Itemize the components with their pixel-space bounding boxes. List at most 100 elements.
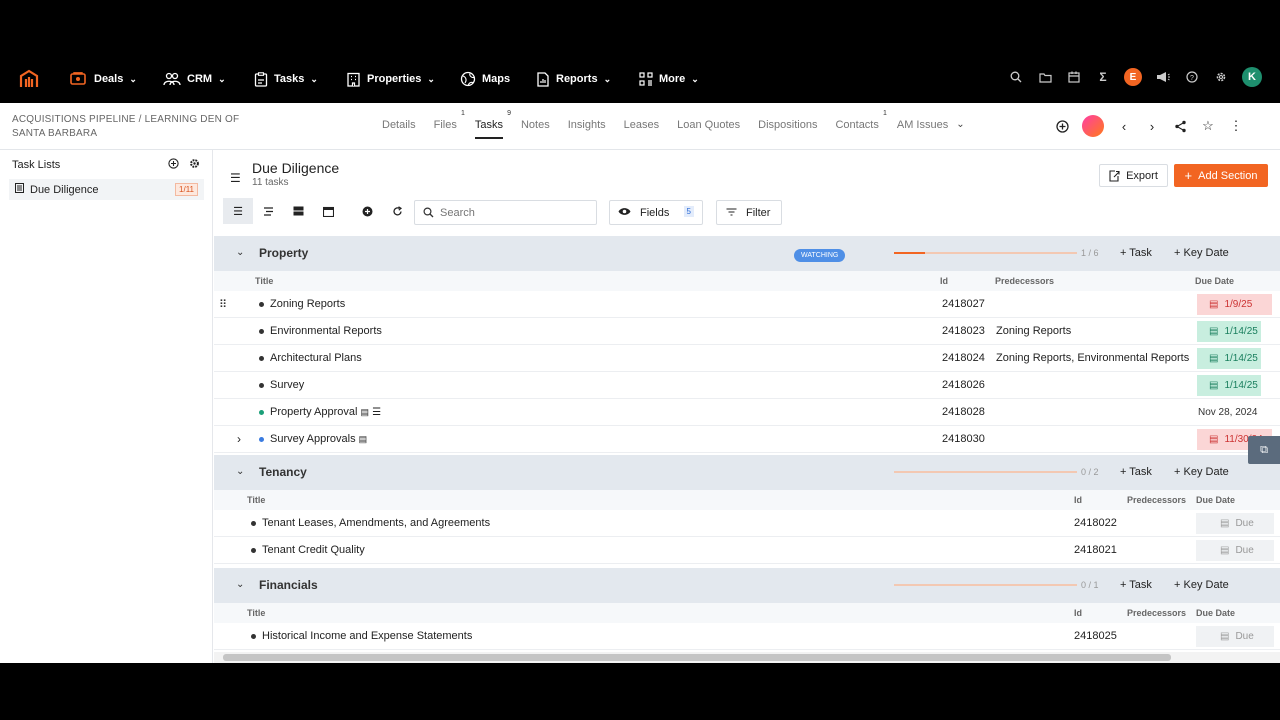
add-key-date-button[interactable]: + Key Date — [1174, 466, 1229, 478]
chevron-right-icon[interactable]: › — [237, 432, 241, 446]
app-logo-icon[interactable] — [19, 69, 39, 89]
horizontal-scrollbar[interactable] — [214, 652, 1280, 663]
table-row[interactable]: Survey 2418026 ▤ 1/14/25 — [214, 372, 1280, 399]
due-date-badge[interactable]: ▤ Due — [1196, 626, 1274, 647]
search-box[interactable] — [414, 200, 597, 225]
scrollbar-thumb[interactable] — [223, 654, 1171, 661]
table-row[interactable]: ⠿ Zoning Reports 2418027 ▤ 1/9/25 — [214, 291, 1280, 318]
export-button[interactable]: Export — [1099, 164, 1168, 187]
table-row[interactable]: Property Approval ▤ ☰ 2418028 Nov 28, 20… — [214, 399, 1280, 426]
chevron-down-icon[interactable]: ⌄ — [236, 466, 244, 477]
section-header-property[interactable]: ⌄ Property WATCHING 1 / 6 + Task + Key D… — [214, 236, 1280, 271]
nav-properties[interactable]: Properties ⌄ — [346, 70, 435, 88]
add-task-button[interactable] — [352, 198, 382, 224]
column-title[interactable]: Title — [247, 608, 265, 618]
due-date-text[interactable]: Nov 28, 2024 — [1198, 402, 1258, 423]
compact-view-button[interactable] — [253, 198, 283, 224]
column-due-date[interactable]: Due Date — [1196, 495, 1235, 505]
nav-crm[interactable]: CRM ⌄ — [163, 70, 226, 88]
column-title[interactable]: Title — [247, 495, 265, 505]
nav-more[interactable]: More ⌄ — [639, 70, 699, 88]
tab-loan-quotes[interactable]: Loan Quotes — [677, 119, 740, 139]
due-date-badge[interactable]: ▤ Due — [1196, 513, 1274, 534]
add-key-date-button[interactable]: + Key Date — [1174, 247, 1229, 259]
star-icon[interactable]: ☆ — [1200, 118, 1216, 134]
table-row[interactable]: Historical Income and Expense Statements… — [214, 623, 1280, 650]
table-row[interactable]: Tenant Leases, Amendments, and Agreement… — [214, 510, 1280, 537]
sidebar-item-due-diligence[interactable]: Due Diligence 1/11 — [9, 179, 204, 200]
tab-am-issues[interactable]: AM Issues — [897, 119, 948, 139]
more-vertical-icon[interactable]: ⋮ — [1228, 118, 1244, 134]
watching-badge[interactable]: WATCHING — [794, 249, 846, 262]
board-view-button[interactable] — [283, 198, 313, 224]
table-row[interactable]: Environmental Reports 2418023 Zoning Rep… — [214, 318, 1280, 345]
section-header-tenancy[interactable]: ⌄ Tenancy 0 / 2 + Task + Key Date — [214, 455, 1280, 490]
due-date-badge[interactable]: ▤ Due — [1196, 540, 1274, 561]
refresh-button[interactable] — [382, 198, 412, 224]
tab-files[interactable]: Files 1 — [434, 110, 465, 139]
tab-insights[interactable]: Insights — [568, 119, 606, 139]
chevron-left-icon[interactable]: ‹ — [1116, 118, 1132, 134]
section-header-financials[interactable]: ⌄ Financials 0 / 1 + Task + Key Date — [214, 568, 1280, 603]
fields-button[interactable]: Fields 5 — [609, 200, 703, 225]
megaphone-icon[interactable] — [1155, 69, 1171, 85]
chevron-down-icon[interactable]: ⌄ — [236, 247, 244, 258]
folder-icon[interactable] — [1037, 69, 1053, 85]
task-title[interactable]: Property Approval ▤ ☰ — [270, 406, 381, 418]
due-date-badge[interactable]: ▤ 1/14/25 — [1197, 321, 1261, 342]
breadcrumb[interactable]: ACQUISITIONS PIPELINE / LEARNING DEN OF … — [12, 113, 242, 141]
task-title[interactable]: Architectural Plans — [270, 352, 362, 364]
calendar-icon[interactable] — [1066, 69, 1082, 85]
table-row[interactable]: Tenant Credit Quality 2418021 ▤ Due — [214, 537, 1280, 564]
user-avatar-e[interactable]: E — [1124, 68, 1142, 86]
tab-details[interactable]: Details — [382, 119, 416, 139]
column-id[interactable]: Id — [1074, 608, 1082, 618]
menu-icon[interactable]: ☰ — [230, 171, 241, 185]
due-date-badge[interactable]: ▤ 1/14/25 — [1197, 375, 1261, 396]
task-title[interactable]: Survey — [270, 379, 304, 391]
copy-panel-button[interactable]: ⧉ — [1248, 436, 1280, 464]
column-predecessors[interactable]: Predecessors — [1127, 495, 1186, 505]
calendar-view-button[interactable] — [313, 198, 343, 224]
column-due-date[interactable]: Due Date — [1196, 608, 1235, 618]
settings-gear-icon[interactable] — [189, 158, 200, 172]
task-title[interactable]: Tenant Credit Quality — [262, 544, 365, 556]
task-title[interactable]: Tenant Leases, Amendments, and Agreement… — [262, 517, 490, 529]
column-id[interactable]: Id — [1074, 495, 1082, 505]
search-input[interactable] — [440, 206, 590, 219]
nav-maps[interactable]: Maps — [460, 70, 510, 88]
help-icon[interactable]: ? — [1184, 69, 1200, 85]
column-id[interactable]: Id — [940, 276, 948, 286]
share-icon[interactable] — [1172, 118, 1188, 134]
add-task-button[interactable]: + Task — [1120, 579, 1152, 591]
filter-button[interactable]: Filter — [716, 200, 782, 225]
nav-deals[interactable]: Deals ⌄ — [70, 70, 137, 88]
add-task-button[interactable]: + Task — [1120, 466, 1152, 478]
table-row[interactable]: Architectural Plans 2418024 Zoning Repor… — [214, 345, 1280, 372]
tab-dispositions[interactable]: Dispositions — [758, 119, 817, 139]
drag-handle-icon[interactable]: ⠿ — [219, 298, 227, 311]
sigma-icon[interactable]: Σ — [1095, 69, 1111, 85]
add-task-button[interactable]: + Task — [1120, 247, 1152, 259]
column-title[interactable]: Title — [255, 276, 273, 286]
search-icon[interactable] — [1008, 69, 1024, 85]
tab-contacts[interactable]: Contacts 1 — [835, 110, 886, 139]
add-circle-icon[interactable] — [1054, 118, 1070, 134]
settings-gear-icon[interactable] — [1213, 69, 1229, 85]
task-title[interactable]: Zoning Reports — [270, 298, 345, 310]
chevron-down-icon[interactable]: ⌄ — [956, 119, 964, 139]
tab-tasks[interactable]: Tasks 9 — [474, 110, 511, 139]
due-date-badge[interactable]: ▤ 1/14/25 — [1197, 348, 1261, 369]
task-title[interactable]: Historical Income and Expense Statements — [262, 630, 472, 642]
add-section-button[interactable]: + Add Section — [1174, 164, 1268, 187]
add-list-icon[interactable] — [168, 158, 179, 172]
column-predecessors[interactable]: Predecessors — [1127, 608, 1186, 618]
owner-avatar[interactable] — [1082, 115, 1104, 137]
tab-leases[interactable]: Leases — [624, 119, 659, 139]
column-due-date[interactable]: Due Date — [1195, 276, 1234, 286]
task-title[interactable]: Survey Approvals ▤ — [270, 433, 367, 445]
add-key-date-button[interactable]: + Key Date — [1174, 579, 1229, 591]
list-view-button[interactable]: ☰ — [223, 198, 253, 224]
nav-reports[interactable]: Reports ⌄ — [536, 70, 611, 88]
task-title[interactable]: Environmental Reports — [270, 325, 382, 337]
